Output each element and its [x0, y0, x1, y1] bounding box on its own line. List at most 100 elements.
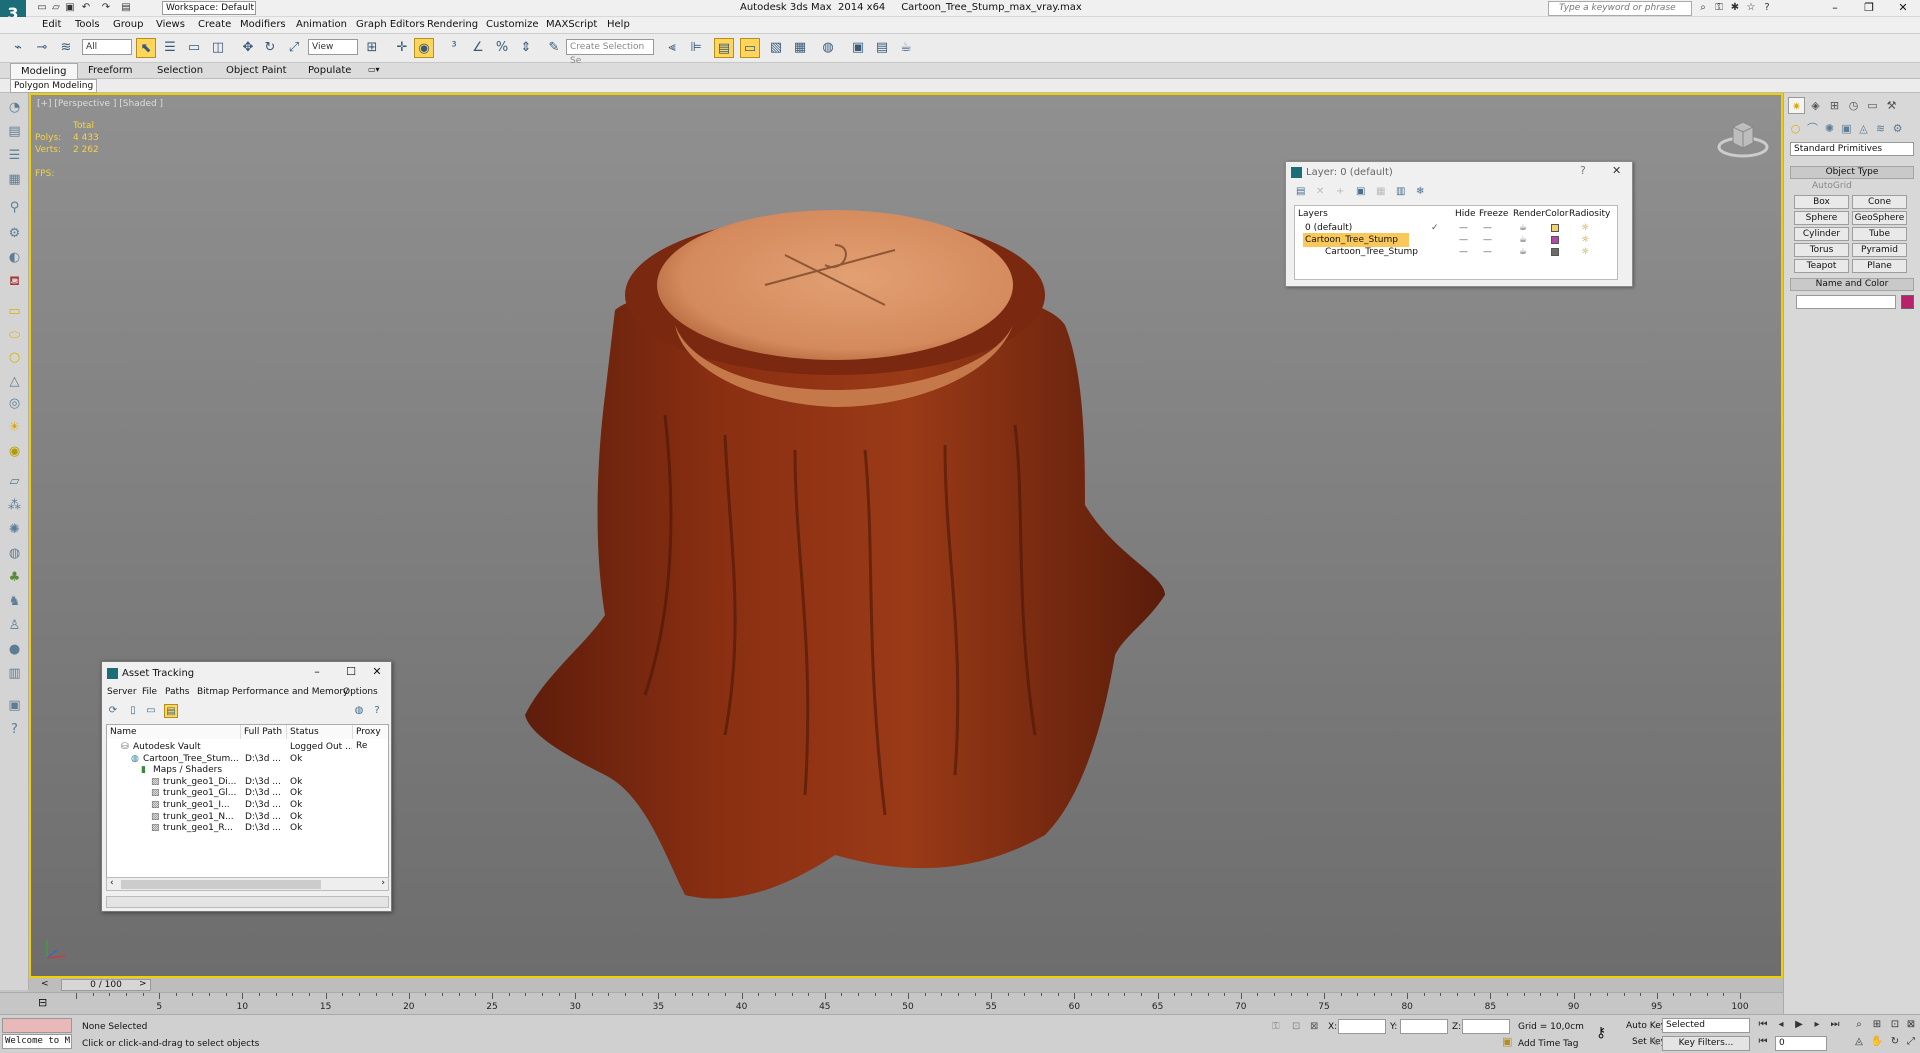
add-to-layer-icon[interactable]: +	[1336, 186, 1344, 197]
minimize-icon[interactable]: –	[1818, 0, 1852, 17]
select-by-name-icon[interactable]: ☰	[160, 38, 180, 58]
layer-row[interactable]: Cartoon_Tree_Stump — — ☕ ☼	[1295, 245, 1619, 259]
x-coordinate-field[interactable]	[1338, 1019, 1386, 1034]
key-mode-toggle-icon[interactable]: ⏮	[1756, 1036, 1770, 1047]
play-icon[interactable]: ▶	[1792, 1019, 1806, 1030]
move-icon[interactable]: ✥	[238, 38, 258, 58]
table-view-icon[interactable]: ▭	[144, 704, 158, 718]
globe-icon[interactable]: ◍	[6, 545, 23, 562]
next-frame-icon[interactable]: ▸	[1810, 1019, 1824, 1030]
asset-menu-server[interactable]: Server	[107, 687, 137, 697]
circle-icon[interactable]: ○	[6, 349, 23, 366]
mini-curve-editor-icon[interactable]: ⊟	[38, 996, 47, 1009]
foliage-icon[interactable]: ♣	[6, 569, 23, 586]
refresh-icon[interactable]: ⟳	[106, 704, 120, 718]
torus-icon[interactable]: ◎	[6, 395, 23, 412]
favorites-icon[interactable]: ☆	[1745, 2, 1757, 14]
freeze-column-header[interactable]: Freeze	[1479, 209, 1508, 219]
radiosity-icon[interactable]: ☼	[1581, 245, 1589, 259]
viewport-label[interactable]: [+] [Perspective ] [Shaded ]	[37, 99, 163, 109]
key-mode-icon[interactable]: ✎	[1650, 1036, 1659, 1049]
toggle-ribbon-icon[interactable]: ▭	[740, 38, 760, 58]
lock-selection-icon[interactable]: ⚿	[1272, 1021, 1280, 1032]
selection-filter-dropdown[interactable]: All	[82, 39, 132, 55]
menu-group[interactable]: Group	[113, 19, 143, 30]
stairs-icon[interactable]: ▥	[6, 665, 23, 682]
asset-menu-bitmap[interactable]: Bitmap Performance and Memory	[197, 687, 348, 697]
scroll-right-icon[interactable]: ›	[381, 878, 385, 888]
current-frame-field[interactable]: 0	[1775, 1036, 1827, 1051]
open-file-icon[interactable]: ▱	[50, 2, 62, 14]
object-color-swatch[interactable]	[1901, 295, 1914, 309]
layer-explorer-icon[interactable]: ▤	[714, 38, 734, 58]
help-icon[interactable]: ?	[1761, 2, 1773, 14]
status-column-header[interactable]: Status	[287, 725, 353, 739]
autogrid-checkbox[interactable]: AutoGrid	[1812, 181, 1852, 191]
delete-layer-icon[interactable]: ✕	[1316, 186, 1324, 197]
menu-animation[interactable]: Animation	[296, 19, 347, 30]
systems-icon[interactable]: ⚙	[1890, 121, 1905, 136]
cone-button[interactable]: Cone	[1852, 195, 1907, 209]
angle-snap-icon[interactable]: ∠	[468, 38, 488, 58]
rectangular-selection-icon[interactable]: ▭	[184, 38, 204, 58]
viewcube-icon[interactable]	[1717, 117, 1769, 159]
restore-icon[interactable]: ❐	[1852, 0, 1886, 17]
asset-menu-file[interactable]: File	[142, 687, 157, 697]
sun-light-icon[interactable]: ☀	[6, 419, 23, 436]
render-production-icon[interactable]: ☕	[896, 38, 916, 58]
freeze-toggle[interactable]: —	[1483, 245, 1492, 259]
orbit-view-icon[interactable]: ↻	[1888, 1036, 1902, 1047]
torus-button[interactable]: Torus	[1794, 243, 1849, 257]
tab-modeling[interactable]: Modeling	[10, 63, 78, 79]
mirror-icon[interactable]: ⫷	[662, 38, 682, 58]
close-icon[interactable]: ✕	[1886, 0, 1920, 17]
object-name-field[interactable]	[1796, 295, 1896, 309]
time-tag-icon[interactable]: ▣	[1502, 1035, 1512, 1048]
hierarchy-tab-icon[interactable]: ⊞	[1826, 97, 1843, 114]
hide-all-icon[interactable]: ▥	[1396, 186, 1405, 197]
asset-horizontal-scrollbar[interactable]: ‹ ›	[106, 877, 389, 891]
menu-rendering[interactable]: Rendering	[427, 19, 478, 30]
radiosity-column-header[interactable]: Radiosity	[1569, 209, 1610, 219]
asset-close-icon[interactable]: ✕	[366, 665, 388, 678]
helper-icon[interactable]: ⚙	[6, 225, 23, 242]
scale-icon[interactable]: ⤢	[284, 38, 304, 58]
layers-column-header[interactable]: Layers	[1298, 209, 1328, 219]
bind-spacewarp-icon[interactable]: ≋	[56, 38, 76, 58]
z-coordinate-field[interactable]	[1462, 1019, 1510, 1034]
full-path-column-header[interactable]: Full Path	[241, 725, 287, 739]
zoom-extents-icon[interactable]: ⊡	[1888, 1019, 1902, 1030]
link-icon[interactable]: ⊸	[32, 38, 52, 58]
schematic-view-icon[interactable]: ▦	[790, 38, 810, 58]
communication-icon[interactable]: ✱	[1729, 2, 1741, 14]
time-slider-thumb[interactable]: 0 / 100	[61, 979, 151, 991]
scene-explorer-icon[interactable]: ▤	[6, 123, 23, 140]
particles-icon[interactable]: ⁂	[6, 497, 23, 514]
sound-icon[interactable]: ◐	[6, 249, 23, 266]
cylinder-button[interactable]: Cylinder	[1794, 227, 1849, 241]
object-type-rollout[interactable]: Object Type	[1790, 166, 1914, 179]
align-icon[interactable]: ⊫	[686, 38, 706, 58]
freeze-all-icon[interactable]: ❄	[1416, 186, 1424, 197]
render-setup-icon[interactable]: ▣	[848, 38, 868, 58]
zoom-extents-all-icon[interactable]: ⊠	[1904, 1019, 1918, 1030]
name-and-color-rollout[interactable]: Name and Color	[1790, 278, 1914, 291]
infocenter-icon[interactable]: ⌕	[1697, 2, 1709, 14]
layer-color-swatch[interactable]	[1551, 248, 1559, 256]
asset-menu-options[interactable]: Options	[343, 687, 378, 697]
ribbon-options-icon[interactable]: ▭▾	[368, 65, 380, 74]
menu-help[interactable]: Help	[607, 19, 630, 30]
teapot-icon[interactable]: ⛾	[6, 273, 23, 290]
display-tab-icon[interactable]: ▭	[1864, 97, 1881, 114]
key-filters-button[interactable]: Key Filters...	[1662, 1036, 1750, 1051]
track-bar[interactable]: ⊟ 5 10 15 20 25 30 35 40 45 50 55 60 65 70 75 80 85 90 95 1…	[0, 992, 1783, 1014]
named-selection-input[interactable]: Create Selection Se	[566, 39, 654, 66]
biped-icon[interactable]: ♞	[6, 593, 23, 610]
tab-selection[interactable]: Selection	[157, 65, 203, 76]
cone-icon[interactable]: △	[6, 373, 23, 390]
asset-row[interactable]: ▨ trunk_geo1_R... D:\3d ... Ok	[107, 821, 388, 835]
tab-freeform[interactable]: Freeform	[88, 65, 133, 76]
color-column-header[interactable]: Color	[1545, 209, 1569, 219]
spinner-snap-icon[interactable]: ⇕	[516, 38, 536, 58]
select-in-layer-icon[interactable]: ▣	[1356, 186, 1365, 197]
